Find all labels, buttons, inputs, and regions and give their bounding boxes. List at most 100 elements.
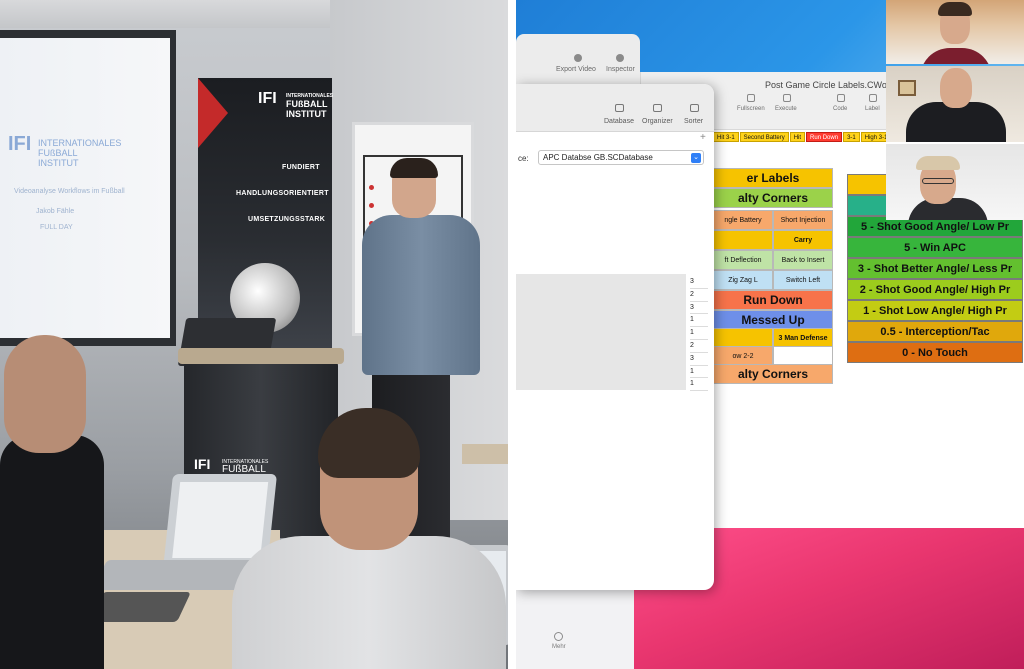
source-select-value: APC Databse GB.SCDatabase [543,153,653,162]
background-window: Export Video Inspector [516,34,640,84]
label-button[interactable]: ngle Battery [713,210,773,230]
label-button[interactable]: Run Down [713,290,833,310]
label-button[interactable] [713,230,773,250]
lectern-top [178,348,344,364]
label-button[interactable]: alty Corners [713,188,833,208]
row-count: 3 [690,353,708,366]
label-button[interactable]: alty Corners [713,364,833,384]
attendee-front [232,408,506,669]
attendee-left-head [4,335,86,453]
label-row: er Labels [713,168,833,188]
strip-label[interactable]: Hit 3-1 [713,132,739,142]
label-button[interactable] [773,346,833,366]
label-button[interactable] [713,328,773,348]
label-button[interactable]: Carry [773,230,833,250]
row-count: 2 [690,289,708,302]
strip-label[interactable]: Run Down [806,132,843,142]
screen-logo: IFI [8,133,32,155]
speaker-shirt [362,215,480,375]
banner-item-2: HANDLUNGSORIENTIERT [236,190,329,197]
attendee-front-body [232,536,506,669]
lectern-logo: IFI [194,456,211,472]
add-icon[interactable]: + [700,132,706,143]
banner-logo-line-2: FUßBALL [286,99,328,109]
label-button[interactable]: 3 Man Defense [773,328,833,348]
export-video-icon [574,54,582,62]
strip-label[interactable]: 3-1 [843,132,860,142]
row-count: 1 [690,314,708,328]
more-icon [554,632,563,641]
classroom-photo: IFI INTERNATIONALES FUßBALL INSTITUT Vid… [0,0,508,669]
label-button[interactable]: Back to Insert [773,250,833,270]
organizer-icon [653,104,662,112]
projection-screen: IFI INTERNATIONALES FUßBALL INSTITUT Vid… [0,38,170,338]
label-row: Zig Zag L Switch Left [713,270,833,290]
label-row: ow 2-2 [713,346,833,366]
row-count: 1 [690,327,708,340]
label-button[interactable]: er Labels [713,168,833,188]
label-button[interactable]: Short Injection [773,210,833,230]
sorter-button[interactable]: Sorter [684,118,703,125]
execute-button[interactable]: Execute [775,106,797,112]
attendee-left-body [0,435,104,669]
attendee-left [0,335,104,669]
label-button[interactable]: Label [865,106,880,112]
screen-line-3: FULL DAY [40,224,73,231]
strip-label[interactable]: Hit [789,132,806,142]
wall-picture [898,80,916,96]
source-label: ce: [518,154,529,163]
speaker-hair [390,158,438,178]
banner-logo-line-3: INSTITUT [286,109,327,119]
label-icon [869,94,877,102]
score-label-button[interactable]: 2 - Shot Good Angle/ High Pr [847,279,1023,300]
banner-logo: IFI [258,90,277,107]
organizer-button[interactable]: Organizer [642,118,673,125]
inspector-button[interactable]: Inspector [606,66,635,73]
label-strip: Hit 3-1 Second Battery Hit Run Down 3-1 High … [713,132,892,142]
row-count: 3 [690,276,708,289]
score-label-button[interactable]: 0.5 - Interception/Tac [847,321,1023,342]
banner-item-1: FUNDIERT [282,164,320,171]
score-label-button[interactable]: 0 - No Touch [847,342,1023,363]
strip-label[interactable]: Second Battery [739,132,789,142]
code-button[interactable]: Code [833,106,847,112]
code-icon [837,94,845,102]
roll-up-banner: IFI INTERNATIONALES FUßBALL INSTITUT FUN… [198,78,333,348]
score-label-button[interactable]: 5 - Win APC [847,237,1023,258]
label-button[interactable]: ft Deflection [713,250,773,270]
execute-icon [783,94,791,102]
row-counts: 323112311 [690,276,708,392]
more-button[interactable]: Mehr [552,644,566,650]
database-list[interactable] [516,274,686,390]
database-icon [615,104,624,112]
desktop-bottom-left [516,590,634,669]
fullscreen-button[interactable]: Fullscreen [737,106,765,112]
label-button[interactable]: Switch Left [773,270,833,290]
window-title: Post Game Circle Labels.CWo [765,80,887,90]
screen-line-2: Jakob Fähle [36,208,75,215]
export-video-button[interactable]: Export Video [556,66,596,73]
score-label-button[interactable]: 3 - Shot Better Angle/ Less Pr [847,258,1023,279]
database-button[interactable]: Database [604,118,634,125]
participant-2-face [940,68,972,108]
label-button[interactable]: Zig Zag L [713,270,773,290]
sorter-icon [690,104,699,112]
label-button[interactable]: Messed Up [713,310,833,330]
video-tile-participant-2[interactable] [886,66,1024,142]
video-tile-participant-3[interactable] [886,144,1024,220]
label-row: ft Deflection Back to Insert [713,250,833,270]
participant-3-cap [916,156,960,170]
score-label-button[interactable]: 1 - Shot Low Angle/ High Pr [847,300,1023,321]
attendee-front-hair [318,408,420,478]
source-select[interactable]: APC Databse GB.SCDatabase ⌄ [538,150,704,165]
row-count: 1 [690,378,708,392]
label-row: alty Corners [713,188,833,208]
screen-line-1: Videoanalyse Workflows im Fußball [14,188,125,195]
video-tile-participant-1[interactable] [886,0,1024,64]
participant-1-shirt [920,48,992,64]
database-window: Database Organizer Sorter + ce: APC Data… [516,84,714,590]
screen-logo-subtitle: INTERNATIONALES FUßBALL INSTITUT [38,138,122,168]
row-count: 2 [690,340,708,353]
chevron-down-icon: ⌄ [691,153,701,163]
label-button[interactable]: ow 2-2 [713,346,773,366]
